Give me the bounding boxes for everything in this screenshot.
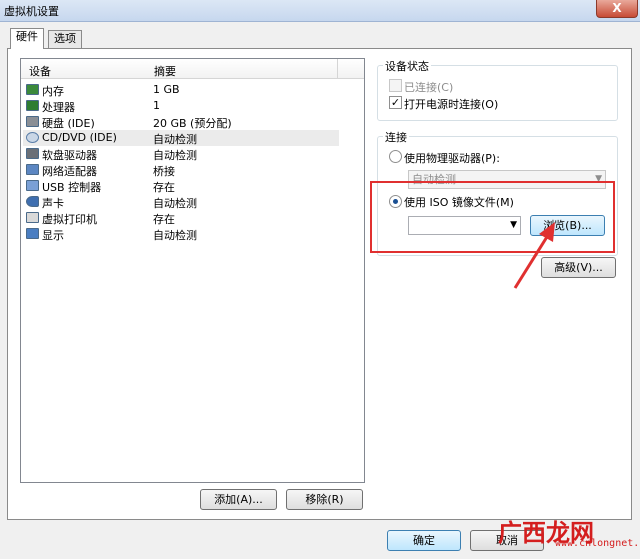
column-header-summary[interactable]: 摘要: [154, 63, 176, 79]
device-row-network-adapter[interactable]: 网络适配器 桥接: [23, 162, 339, 178]
device-list-header: 设备 摘要: [21, 59, 364, 79]
display-icon: [26, 228, 39, 239]
device-status-legend: 设备状态: [383, 58, 431, 74]
connected-checkbox[interactable]: [389, 79, 402, 92]
watermark-url: www.cnlongnet.com: [555, 538, 640, 549]
cd-dvd-icon: [26, 132, 39, 143]
tab-hardware[interactable]: 硬件: [10, 28, 44, 49]
close-button[interactable]: X: [596, 0, 638, 18]
device-row-cd-dvd[interactable]: CD/DVD (IDE) 自动检测: [23, 130, 339, 146]
device-row-hard-disk[interactable]: 硬盘 (IDE) 20 GB (预分配): [23, 114, 339, 130]
ok-button[interactable]: 确定: [387, 530, 461, 551]
use-physical-drive-radio[interactable]: [389, 150, 402, 163]
network-adapter-icon: [26, 164, 39, 175]
connection-legend: 连接: [383, 129, 409, 145]
remove-device-button[interactable]: 移除(R): [286, 489, 363, 510]
column-header-device[interactable]: 设备: [29, 63, 51, 79]
tab-options[interactable]: 选项: [48, 30, 82, 48]
device-row-display[interactable]: 显示 自动检测: [23, 226, 339, 242]
connect-at-power-on-label: 打开电源时连接(O): [404, 98, 499, 111]
device-list[interactable]: 设备 摘要 内存 1 GB 处理器 1 硬盘 (IDE) 20 GB (预分配)…: [20, 58, 365, 483]
device-row-memory[interactable]: 内存 1 GB: [23, 82, 339, 98]
floppy-icon: [26, 148, 39, 159]
title-bar: 虚拟机设置 X: [0, 0, 640, 22]
device-row-processor[interactable]: 处理器 1: [23, 98, 339, 114]
printer-icon: [26, 212, 39, 223]
device-row-sound-card[interactable]: 声卡 自动检测: [23, 194, 339, 210]
hard-disk-icon: [26, 116, 39, 127]
processor-icon: [26, 100, 39, 111]
usb-icon: [26, 180, 39, 191]
memory-icon: [26, 84, 39, 95]
advanced-button[interactable]: 高级(V)...: [541, 257, 616, 278]
connected-label: 已连接(C): [404, 81, 454, 94]
use-physical-drive-label: 使用物理驱动器(P):: [404, 152, 500, 165]
add-device-button[interactable]: 添加(A)...: [200, 489, 277, 510]
annotation-arrow-icon: [513, 222, 555, 289]
connect-at-power-on-checkbox[interactable]: ✓: [389, 96, 402, 109]
device-row-usb-controller[interactable]: USB 控制器 存在: [23, 178, 339, 194]
device-row-virtual-printer[interactable]: 虚拟打印机 存在: [23, 210, 339, 226]
sound-card-icon: [26, 196, 39, 207]
annotation-highlight-box: [370, 181, 615, 253]
device-row-floppy[interactable]: 软盘驱动器 自动检测: [23, 146, 339, 162]
window-title: 虚拟机设置: [4, 5, 59, 18]
